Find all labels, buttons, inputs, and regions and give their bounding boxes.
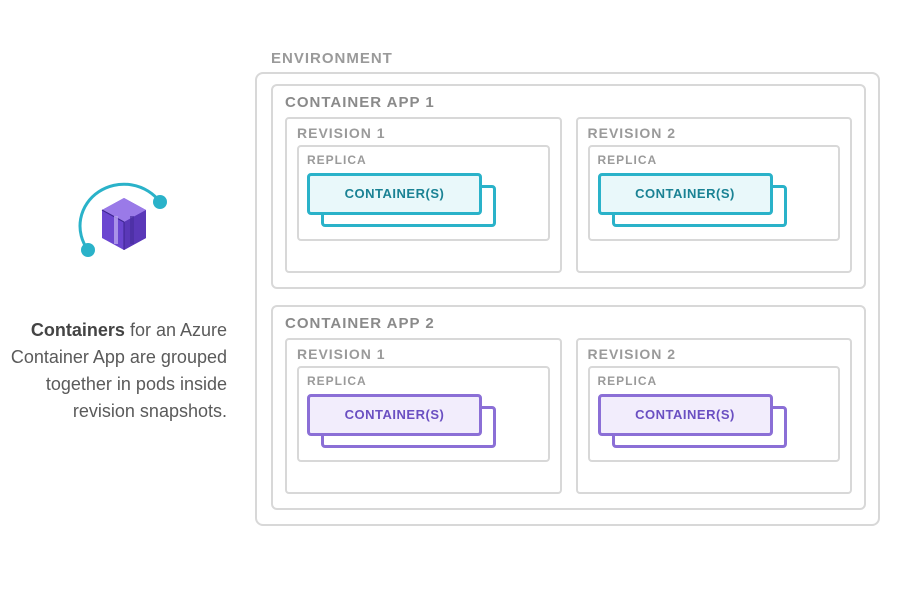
app-label: CONTAINER APP 2	[285, 315, 852, 332]
caption-column: Containers for an Azure Container App ar…	[0, 172, 255, 425]
container-box: CONTAINER(S)	[307, 173, 482, 215]
revision-box: REVISION 2 REPLICA CONTAINER(S)	[576, 338, 853, 494]
replica-box: REPLICA CONTAINER(S)	[588, 366, 841, 462]
revision-box: REVISION 2 REPLICA CONTAINER(S)	[576, 117, 853, 273]
revision-box: REVISION 1 REPLICA CONTAINER(S)	[285, 338, 562, 494]
container-box: CONTAINER(S)	[598, 394, 773, 436]
container-app-1: CONTAINER APP 1 REVISION 1 REPLICA CONTA…	[271, 84, 866, 289]
replica-label: REPLICA	[307, 374, 540, 388]
apps-container: CONTAINER APP 1 REVISION 1 REPLICA CONTA…	[271, 84, 866, 510]
revision-label: REVISION 2	[588, 125, 841, 141]
container-app-2: CONTAINER APP 2 REVISION 1 REPLICA CONTA…	[271, 305, 866, 510]
caption-bold: Containers	[31, 320, 125, 340]
revision-label: REVISION 1	[297, 125, 550, 141]
environment-label: ENVIRONMENT	[271, 50, 393, 67]
container-box: CONTAINER(S)	[307, 394, 482, 436]
revisions-row: REVISION 1 REPLICA CONTAINER(S) REVISION…	[285, 338, 852, 494]
container-stack: CONTAINER(S)	[307, 394, 540, 448]
caption-text: Containers for an Azure Container App ar…	[10, 317, 235, 425]
environment-box: ENVIRONMENT CONTAINER APP 1 REVISION 1 R…	[255, 72, 880, 526]
replica-box: REPLICA CONTAINER(S)	[297, 366, 550, 462]
diagram-column: ENVIRONMENT CONTAINER APP 1 REVISION 1 R…	[255, 72, 900, 526]
container-stack: CONTAINER(S)	[307, 173, 540, 227]
revisions-row: REVISION 1 REPLICA CONTAINER(S) REVISION…	[285, 117, 852, 273]
revision-label: REVISION 1	[297, 346, 550, 362]
container-box: CONTAINER(S)	[598, 173, 773, 215]
replica-label: REPLICA	[598, 153, 831, 167]
revision-label: REVISION 2	[588, 346, 841, 362]
replica-box: REPLICA CONTAINER(S)	[588, 145, 841, 241]
azure-container-apps-icon	[68, 172, 178, 277]
app-label: CONTAINER APP 1	[285, 94, 852, 111]
replica-label: REPLICA	[598, 374, 831, 388]
container-stack: CONTAINER(S)	[598, 173, 831, 227]
replica-label: REPLICA	[307, 153, 540, 167]
container-stack: CONTAINER(S)	[598, 394, 831, 448]
revision-box: REVISION 1 REPLICA CONTAINER(S)	[285, 117, 562, 273]
replica-box: REPLICA CONTAINER(S)	[297, 145, 550, 241]
